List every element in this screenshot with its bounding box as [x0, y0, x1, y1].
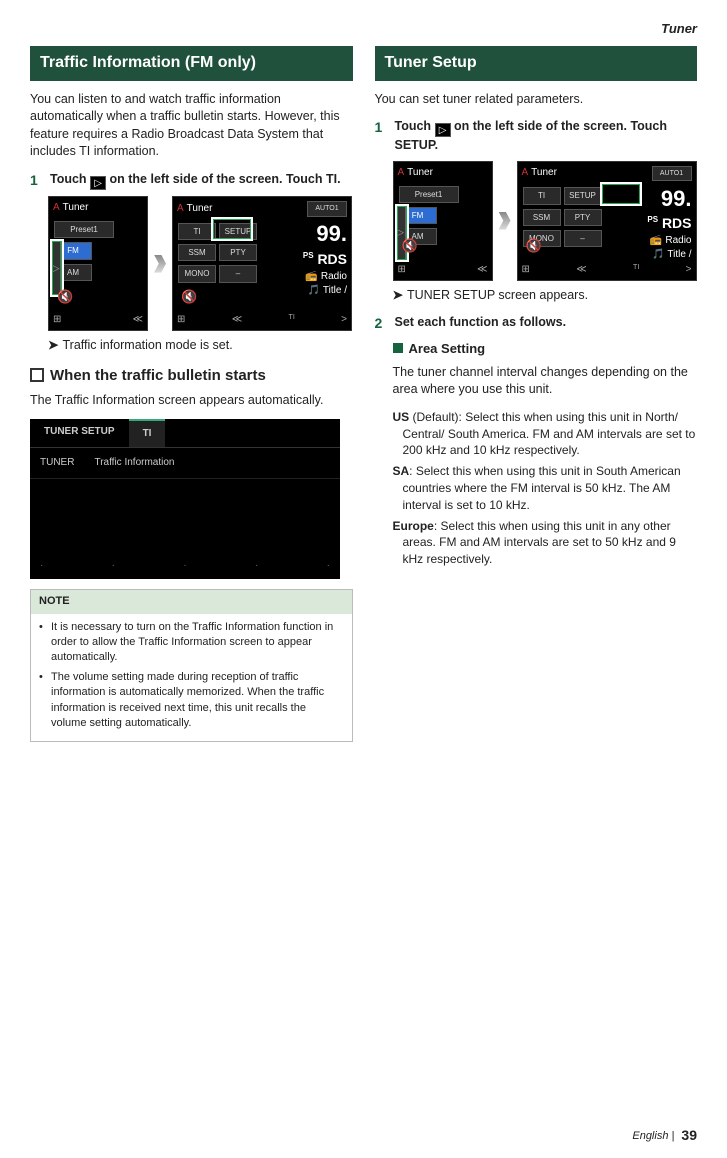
ssm-button: SSM — [178, 244, 216, 261]
screenshot-row-traffic: ATuner Preset1 FM AM ▷ 🔇 ⊞≪ ATunerAUTO1 … — [48, 196, 353, 331]
step1-text-b: on the left side of the screen. Touch — [106, 172, 326, 186]
seek-right-icon: > — [686, 263, 692, 277]
step-number: 1 — [375, 118, 389, 155]
radio-icon: 📻 — [650, 234, 662, 248]
step-1-traffic: 1 Touch ▷ on the left side of the screen… — [30, 171, 353, 191]
seek-left-icon: ≪ — [232, 313, 242, 327]
step1-text-d: . — [337, 172, 340, 186]
step-number: 1 — [30, 171, 44, 191]
left-column: Traffic Information (FM only) You can li… — [30, 46, 353, 742]
square-solid-icon — [393, 343, 403, 353]
screenshot-traffic-info: TUNER SETUP TI TUNER Traffic Information… — [30, 419, 340, 579]
tab-ti: TI — [129, 419, 166, 447]
screenshot-tuner-collapsed: ATuner Preset1 FM AM ▷ 🔇 ⊞≪ — [393, 161, 493, 281]
option-europe: Europe: Select this when using this unit… — [393, 518, 698, 568]
antenna-icon: A — [522, 166, 529, 180]
radio-icon: 📻 — [305, 270, 317, 284]
mono-button: MONO — [178, 265, 216, 282]
mute-icon: 🔇 — [181, 288, 197, 306]
option-us: US (Default): Select this when using thi… — [393, 409, 698, 459]
result-setup: ➤ TUNER SETUP screen appears. — [393, 287, 698, 305]
note-item-1: It is necessary to turn on the Traffic I… — [51, 620, 344, 666]
dash-button: – — [219, 265, 257, 282]
step-2-setup: 2 Set each function as follows. — [375, 314, 698, 334]
rds-label: PS RDS — [647, 214, 691, 234]
frequency-display: 99. — [647, 184, 691, 215]
antenna-icon: A — [398, 166, 405, 180]
step1-text-a: Touch — [395, 119, 435, 133]
antenna-icon: A — [177, 202, 184, 216]
screenshot-tuner-collapsed: ATuner Preset1 FM AM ▷ 🔇 ⊞≪ — [48, 196, 148, 331]
footer-page-number: 39 — [681, 1127, 697, 1143]
page-header: Tuner — [30, 20, 697, 38]
subheading-bulletin: When the traffic bulletin starts — [30, 365, 353, 386]
sub-text: The Traffic Information screen appears a… — [30, 392, 353, 410]
music-icon: 🎵 — [307, 284, 319, 298]
ssm-button: SSM — [523, 209, 561, 226]
option-sa: SA: Select this when using this unit in … — [393, 463, 698, 513]
auto-button: AUTO1 — [307, 201, 347, 217]
side-tab-icon: ▷ — [90, 176, 106, 190]
chevron-right-icon: ➤ — [48, 337, 58, 355]
grid-icon: ⊞ — [522, 263, 530, 277]
step1-setup-label: SETUP — [395, 138, 435, 152]
grid-icon: ⊞ — [398, 263, 406, 277]
side-tab-icon: ▷ — [435, 123, 451, 137]
chevron-right-icon: ➤ — [393, 287, 403, 305]
mute-icon: 🔇 — [402, 237, 418, 255]
screenshot-tuner-expanded-ti: ATunerAUTO1 TISETUP SSMPTY MONO– 99. PS … — [172, 196, 352, 331]
dash-button: – — [564, 230, 602, 247]
grid-icon: ⊞ — [177, 313, 185, 327]
seek-left-icon: ≪ — [133, 313, 143, 327]
step1-text-a: Touch — [50, 172, 90, 186]
step1-ti: TI — [326, 172, 337, 186]
setup-button: SETUP — [564, 187, 602, 204]
grid-icon: ⊞ — [53, 313, 61, 327]
footer-language: English — [632, 1130, 668, 1142]
step1-text-d: . — [435, 138, 438, 152]
intro-traffic: You can listen to and watch traffic info… — [30, 91, 353, 161]
result-traffic: ➤ Traffic information mode is set. — [48, 337, 353, 355]
pty-button: PTY — [564, 209, 602, 226]
right-column: Tuner Setup You can set tuner related pa… — [375, 46, 698, 742]
seek-left-icon: ≪ — [477, 263, 487, 277]
mute-icon: 🔇 — [526, 237, 542, 255]
tab-tuner-setup: TUNER SETUP — [30, 419, 129, 447]
arrow-icon — [154, 255, 166, 273]
arrow-icon — [499, 212, 511, 230]
step1-text-b: on the left side of the screen. Touch — [451, 119, 667, 133]
intro-setup: You can set tuner related parameters. — [375, 91, 698, 109]
note-box: NOTE •It is necessary to turn on the Tra… — [30, 589, 353, 742]
ti-row-value: Traffic Information — [94, 456, 174, 470]
note-item-2: The volume setting made during reception… — [51, 670, 344, 732]
screenshot-row-setup: ATuner Preset1 FM AM ▷ 🔇 ⊞≪ ATunerAUTO1 … — [393, 161, 698, 281]
rds-label: PS RDS — [303, 250, 347, 270]
mute-icon: 🔇 — [57, 288, 73, 306]
ti-button: TI — [523, 187, 561, 204]
highlight-ti — [211, 217, 253, 241]
ti-row-label: TUNER — [40, 456, 74, 470]
music-icon: 🎵 — [652, 248, 664, 262]
area-setting-heading: Area Setting — [393, 340, 698, 358]
auto-button: AUTO1 — [652, 166, 692, 182]
area-setting-text: The tuner channel interval changes depen… — [393, 364, 698, 399]
seek-right-icon: > — [341, 313, 347, 327]
frequency-display: 99. — [303, 219, 347, 250]
screenshot-tuner-expanded-setup: ATunerAUTO1 TISETUP SSMPTY MONO– 99. PS … — [517, 161, 697, 281]
step-1-setup: 1 Touch ▷ on the left side of the screen… — [375, 118, 698, 155]
preset-button: Preset1 — [399, 186, 459, 203]
antenna-icon: A — [53, 201, 60, 215]
highlight-setup — [600, 182, 642, 206]
seek-left-icon: ≪ — [576, 263, 586, 277]
step-number: 2 — [375, 314, 389, 334]
page-footer: English | 39 — [632, 1126, 697, 1146]
preset-button: Preset1 — [54, 221, 114, 238]
section-title-setup: Tuner Setup — [375, 46, 698, 80]
pty-button: PTY — [219, 244, 257, 261]
note-title: NOTE — [31, 590, 352, 613]
square-icon — [30, 368, 44, 382]
section-title-traffic: Traffic Information (FM only) — [30, 46, 353, 80]
